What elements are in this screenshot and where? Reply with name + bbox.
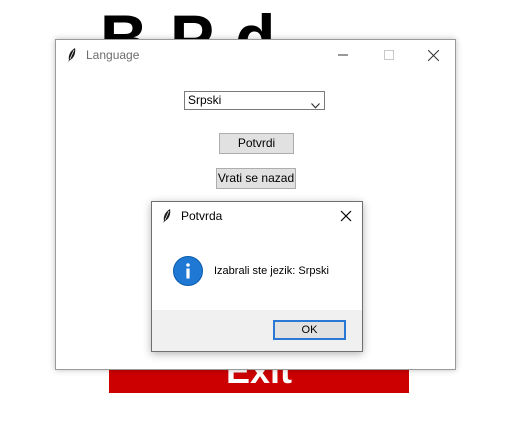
language-select-value: Srpski xyxy=(188,93,222,107)
language-select[interactable]: Srpski xyxy=(184,91,325,110)
maximize-button[interactable] xyxy=(366,40,411,70)
ok-button[interactable]: OK xyxy=(273,320,346,340)
info-icon xyxy=(173,256,203,286)
dialog-footer: OK xyxy=(152,310,362,351)
window-title: Language xyxy=(86,48,140,62)
chevron-down-icon xyxy=(311,97,320,114)
dialog-close-button[interactable] xyxy=(338,208,354,224)
close-icon xyxy=(428,49,439,61)
maximize-icon xyxy=(383,50,394,60)
dialog-message: Izabrali ste jezik: Srpski xyxy=(214,265,329,277)
minimize-button[interactable] xyxy=(320,40,365,70)
confirmation-dialog: Potvrda Izabrali ste jezik: Srpski OK xyxy=(151,201,363,352)
back-button[interactable]: Vrati se nazad xyxy=(216,168,296,189)
confirm-button[interactable]: Potvrdi xyxy=(219,133,294,154)
close-button[interactable] xyxy=(411,40,456,70)
close-icon xyxy=(340,210,352,222)
minimize-icon xyxy=(337,54,348,56)
feather-icon xyxy=(67,48,77,67)
title-bar[interactable]: Language xyxy=(56,40,455,70)
dialog-title: Potvrda xyxy=(181,209,223,223)
feather-icon xyxy=(162,209,172,228)
